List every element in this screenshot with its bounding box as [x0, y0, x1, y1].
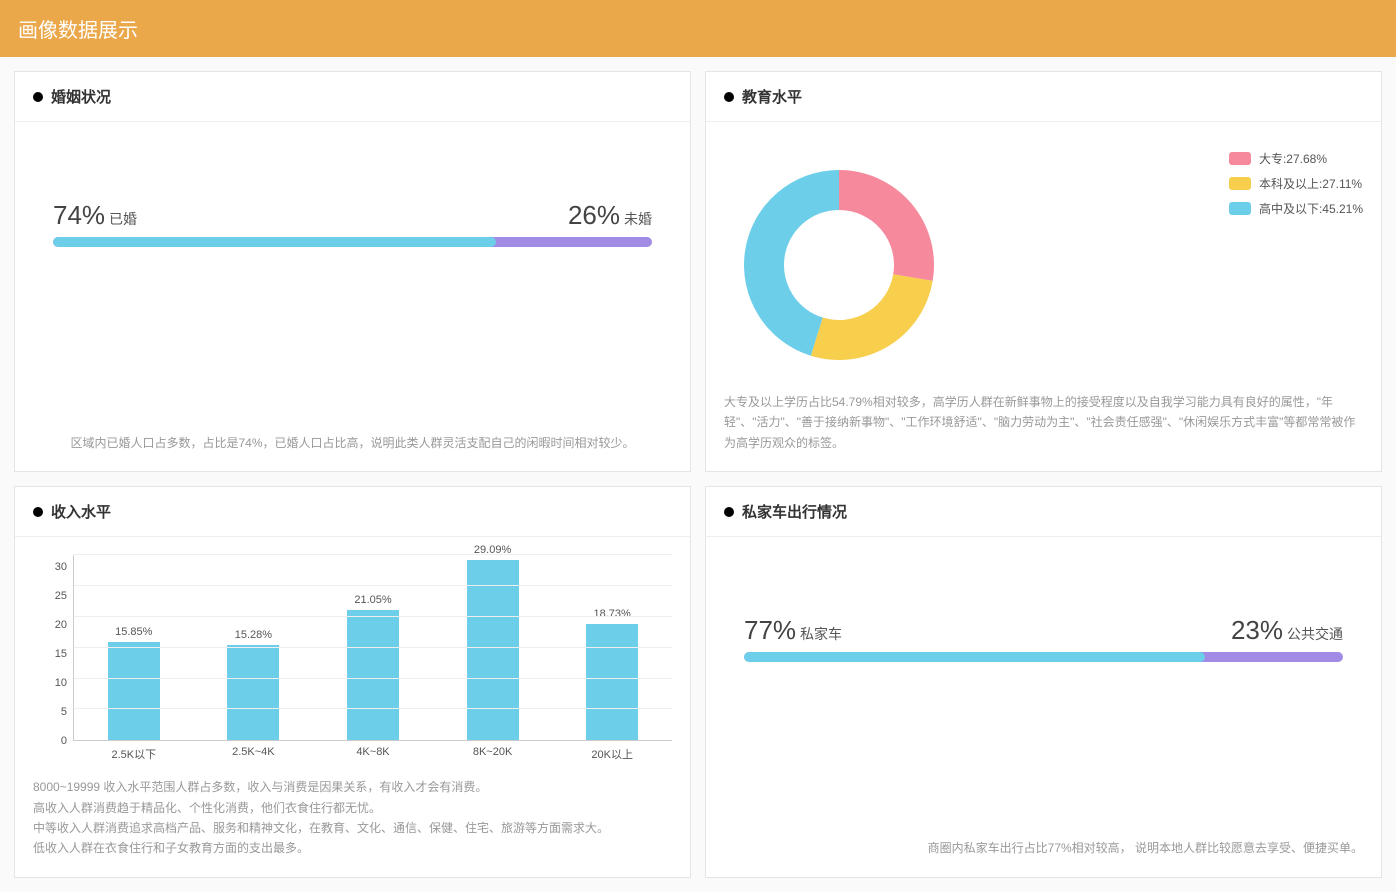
donut-slice [811, 274, 933, 360]
right-label: 未婚 [624, 209, 652, 229]
progress-fill [53, 237, 496, 247]
y-tick: 30 [33, 561, 67, 573]
legend-swatch [1229, 152, 1251, 165]
left-label: 已婚 [109, 209, 137, 229]
grid-line [74, 616, 672, 617]
grid-line [74, 585, 672, 586]
right-percent: 23% [1231, 615, 1283, 646]
progress-bar [744, 652, 1343, 662]
card-education: 教育水平 大专:27.68% 本科及以上:27.11% 高中及以下:45.21% 大… [705, 71, 1382, 472]
card-desc: 商圈内私家车出行占比77%相对较高， 说明本地人群比较愿意去享受、便捷买单。 [724, 826, 1363, 858]
bar-rect [467, 560, 519, 740]
bar-column: 18.73% [558, 608, 666, 740]
legend-label: 高中及以下:45.21% [1259, 200, 1363, 217]
bullet-icon [33, 507, 43, 517]
dashboard-grid: 婚姻状况 74% 已婚 26% 未婚 区域内已婚人口占多数，占 [0, 57, 1396, 892]
card-body: 77% 私家车 23% 公共交通 商圈内私家车出行占比77%相对较高， 说明本地… [706, 537, 1381, 877]
card-marriage: 婚姻状况 74% 已婚 26% 未婚 区域内已婚人口占多数，占 [14, 71, 691, 472]
card-body: 74% 已婚 26% 未婚 区域内已婚人口占多数，占比是74%，已婚人口占比高，… [15, 122, 690, 471]
x-tick-label: 8K~20K [439, 746, 547, 762]
progress-right-group: 23% 公共交通 [1231, 615, 1343, 646]
bar-value-label: 15.28% [235, 629, 272, 641]
grid-line [74, 678, 672, 679]
bullet-icon [724, 92, 734, 102]
bar-value-label: 21.05% [354, 594, 391, 606]
grid-line [74, 647, 672, 648]
donut-chart [724, 150, 954, 380]
grid-line [74, 554, 672, 555]
y-tick: 25 [33, 590, 67, 602]
page-header: 画像数据展示 [0, 0, 1396, 57]
legend: 大专:27.68% 本科及以上:27.11% 高中及以下:45.21% [1229, 150, 1363, 217]
legend-swatch [1229, 202, 1251, 215]
x-tick-label: 2.5K以下 [80, 746, 188, 762]
right-percent: 26% [568, 200, 620, 231]
page-title: 画像数据展示 [18, 20, 138, 42]
card-income: 收入水平 30 25 20 15 10 5 0 15.85% 15.28% 21.05% 29.0… [14, 486, 691, 878]
y-tick: 5 [33, 706, 67, 718]
legend-item[interactable]: 高中及以下:45.21% [1229, 200, 1363, 217]
bar-value-label: 15.85% [115, 626, 152, 638]
card-title-text: 婚姻状况 [51, 86, 111, 107]
y-tick: 20 [33, 619, 67, 631]
x-axis-labels: 2.5K以下 2.5K~4K 4K~8K 8K~20K 20K以上 [74, 746, 672, 762]
bar-column: 29.09% [439, 544, 547, 740]
y-tick: 0 [33, 735, 67, 747]
x-tick-label: 2.5K~4K [200, 746, 308, 762]
bar-rect [108, 642, 160, 740]
legend-item[interactable]: 本科及以上:27.11% [1229, 175, 1363, 192]
legend-item[interactable]: 大专:27.68% [1229, 150, 1363, 167]
card-title-text: 教育水平 [742, 86, 802, 107]
card-body: 30 25 20 15 10 5 0 15.85% 15.28% 21.05% 29.09% 18.… [15, 537, 690, 877]
progress-section: 74% 已婚 26% 未婚 [33, 140, 672, 267]
card-desc: 大专及以上学历占比54.79%相对较多，高学历人群在新鲜事物上的接受程度以及自我… [724, 380, 1363, 453]
y-tick: 15 [33, 648, 67, 660]
card-desc: 区域内已婚人口占多数，占比是74%，已婚人口占比高，说明此类人群灵活支配自己的闲… [33, 421, 672, 453]
progress-bar [53, 237, 652, 247]
progress-fill [744, 652, 1205, 662]
bar-chart: 302520151050 15.85%15.28%21.05%29.09%18.… [33, 555, 672, 765]
bar-rect [586, 624, 638, 740]
progress-left-group: 77% 私家车 [744, 615, 842, 646]
legend-swatch [1229, 177, 1251, 190]
left-label: 私家车 [800, 624, 842, 644]
bullet-icon [724, 507, 734, 517]
left-percent: 77% [744, 615, 796, 646]
legend-label: 本科及以上:27.11% [1259, 175, 1362, 192]
card-car: 私家车出行情况 77% 私家车 23% 公共交通 商圈内私家车 [705, 486, 1382, 878]
bar-column: 15.85% [80, 626, 188, 740]
card-desc: 8000~19999 收入水平范围人群占多数，收入与消费是因果关系，有收入才会有… [33, 765, 672, 859]
progress-right-group: 26% 未婚 [568, 200, 652, 231]
x-tick-label: 4K~8K [319, 746, 427, 762]
card-title-row: 婚姻状况 [15, 72, 690, 122]
y-tick: 10 [33, 677, 67, 689]
bar-value-label: 18.73% [594, 608, 631, 620]
right-label: 公共交通 [1287, 624, 1343, 644]
donut-slice [839, 170, 934, 281]
card-title-text: 私家车出行情况 [742, 501, 847, 522]
grid-line [74, 708, 672, 709]
legend-label: 大专:27.68% [1259, 150, 1327, 167]
bar-rect [347, 610, 399, 741]
card-title-row: 私家车出行情况 [706, 487, 1381, 537]
card-title-text: 收入水平 [51, 501, 111, 522]
card-title-row: 收入水平 [15, 487, 690, 537]
x-tick-label: 20K以上 [558, 746, 666, 762]
y-axis: 302520151050 [33, 555, 67, 741]
progress-left-group: 74% 已婚 [53, 200, 137, 231]
donut-row: 大专:27.68% 本科及以上:27.11% 高中及以下:45.21% [724, 140, 1363, 380]
card-body: 大专:27.68% 本科及以上:27.11% 高中及以下:45.21% 大专及以上学… [706, 122, 1381, 471]
left-percent: 74% [53, 200, 105, 231]
progress-section: 77% 私家车 23% 公共交通 [724, 555, 1363, 682]
progress-labels: 74% 已婚 26% 未婚 [53, 200, 652, 231]
bar-rect [227, 645, 279, 740]
plot-area: 15.85%15.28%21.05%29.09%18.73% 2.5K以下2.5… [73, 555, 672, 741]
progress-labels: 77% 私家车 23% 公共交通 [744, 615, 1343, 646]
bars-container: 15.85%15.28%21.05%29.09%18.73% [74, 555, 672, 740]
card-title-row: 教育水平 [706, 72, 1381, 122]
bullet-icon [33, 92, 43, 102]
